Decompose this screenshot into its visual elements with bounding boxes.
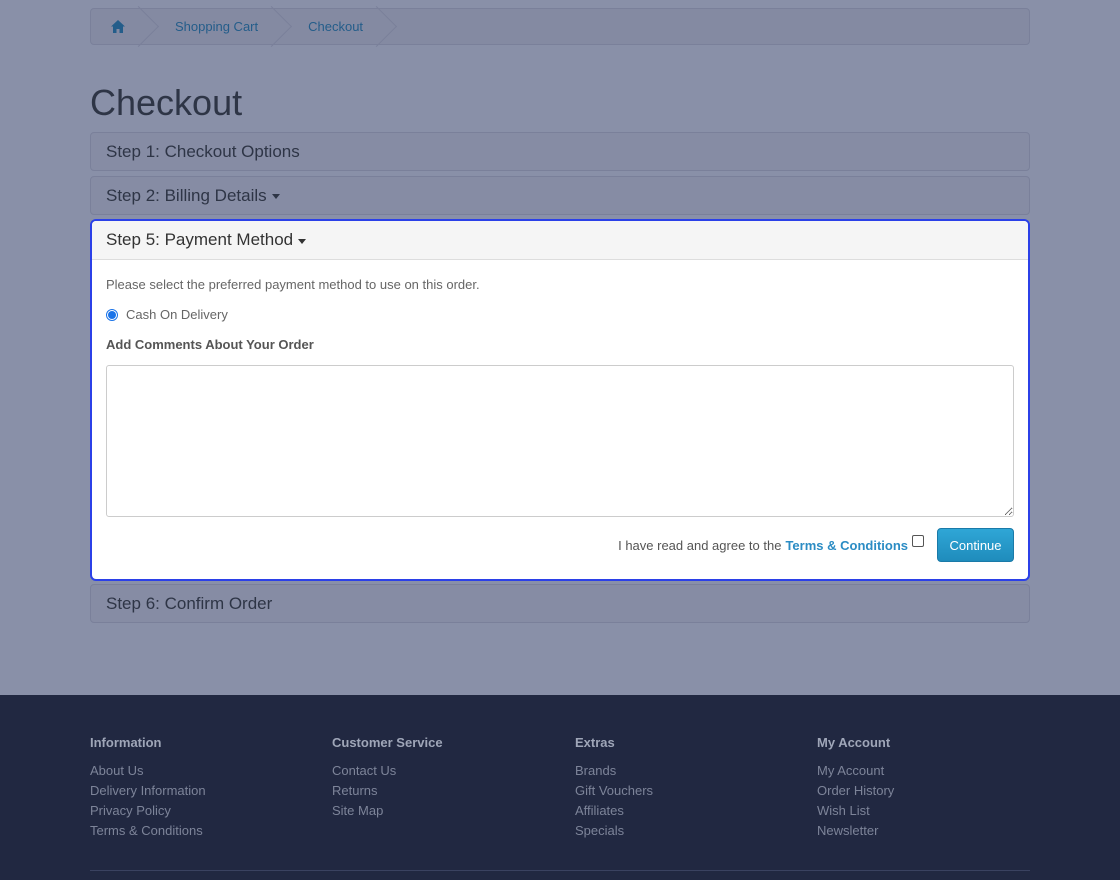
footer-heading: Information: [90, 735, 162, 750]
footer-link[interactable]: Gift Vouchers: [575, 781, 653, 801]
footer: Information About Us Delivery Informatio…: [0, 695, 1120, 880]
payment-instruction: Please select the preferred payment meth…: [106, 277, 480, 292]
terms-conditions-link[interactable]: Terms & Conditions: [785, 538, 908, 553]
footer-link[interactable]: Returns: [332, 781, 443, 801]
payment-option-cod[interactable]: Cash On Delivery: [106, 307, 228, 322]
footer-link[interactable]: Wish List: [817, 801, 894, 821]
footer-heading: My Account: [817, 735, 891, 750]
footer-link[interactable]: Privacy Policy: [90, 801, 206, 821]
footer-divider: [90, 870, 1030, 871]
payment-method-header[interactable]: Step 5: Payment Method: [92, 221, 1028, 260]
step-checkout-options-title: Step 1: Checkout Options: [106, 141, 300, 161]
comments-textarea[interactable]: [106, 365, 1014, 517]
home-icon: [111, 20, 125, 33]
footer-link[interactable]: Terms & Conditions: [90, 821, 206, 841]
step-billing-details-header: Step 2: Billing Details: [91, 186, 280, 206]
cash-on-delivery-label[interactable]: Cash On Delivery: [126, 307, 228, 322]
caret-down-icon: [271, 194, 280, 199]
footer-link[interactable]: About Us: [90, 761, 206, 781]
caret-down-icon: [298, 238, 307, 244]
comments-label: Add Comments About Your Order: [106, 337, 314, 352]
footer-column-information: Information About Us Delivery Informatio…: [90, 735, 206, 841]
footer-link[interactable]: Site Map: [332, 801, 443, 821]
payment-method-panel: Step 5: Payment Method Please select the…: [90, 219, 1030, 581]
footer-link[interactable]: Contact Us: [332, 761, 443, 781]
step-checkout-options[interactable]: Step 1: Checkout Options: [90, 132, 1030, 171]
page-title: Checkout: [90, 82, 243, 123]
step-billing-details[interactable]: Step 2: Billing Details: [90, 176, 1030, 215]
breadcrumb-home[interactable]: [91, 9, 145, 44]
footer-link[interactable]: Delivery Information: [90, 781, 206, 801]
footer-link[interactable]: Affiliates: [575, 801, 653, 821]
breadcrumb-checkout[interactable]: Checkout: [278, 9, 383, 44]
footer-heading: Customer Service: [332, 735, 443, 750]
footer-column-extras: Extras Brands Gift Vouchers Affiliates S…: [575, 735, 653, 841]
footer-column-customer-service: Customer Service Contact Us Returns Site…: [332, 735, 443, 821]
cash-on-delivery-radio[interactable]: [106, 308, 118, 321]
footer-link[interactable]: Newsletter: [817, 821, 894, 841]
step-confirm-order[interactable]: Step 6: Confirm Order: [90, 584, 1030, 623]
payment-method-title: Step 5: Payment Method: [106, 230, 294, 249]
breadcrumb: Shopping Cart Checkout: [90, 8, 1030, 45]
step-billing-details-title: Step 2: Billing Details: [106, 185, 267, 205]
agree-row: I have read and agree to the Terms & Con…: [618, 528, 1014, 562]
breadcrumb-shopping-cart[interactable]: Shopping Cart: [145, 9, 278, 44]
agree-text: I have read and agree to the: [618, 537, 782, 553]
agree-checkbox[interactable]: [912, 535, 924, 547]
footer-link[interactable]: Brands: [575, 761, 653, 781]
footer-link[interactable]: Order History: [817, 781, 894, 801]
continue-button[interactable]: Continue: [937, 528, 1014, 562]
footer-link[interactable]: My Account: [817, 761, 894, 781]
footer-link[interactable]: Specials: [575, 821, 653, 841]
radio-selected-dot: [108, 310, 116, 319]
footer-heading: Extras: [575, 735, 615, 750]
step-confirm-order-title: Step 6: Confirm Order: [106, 593, 273, 613]
footer-column-my-account: My Account My Account Order History Wish…: [817, 735, 894, 841]
